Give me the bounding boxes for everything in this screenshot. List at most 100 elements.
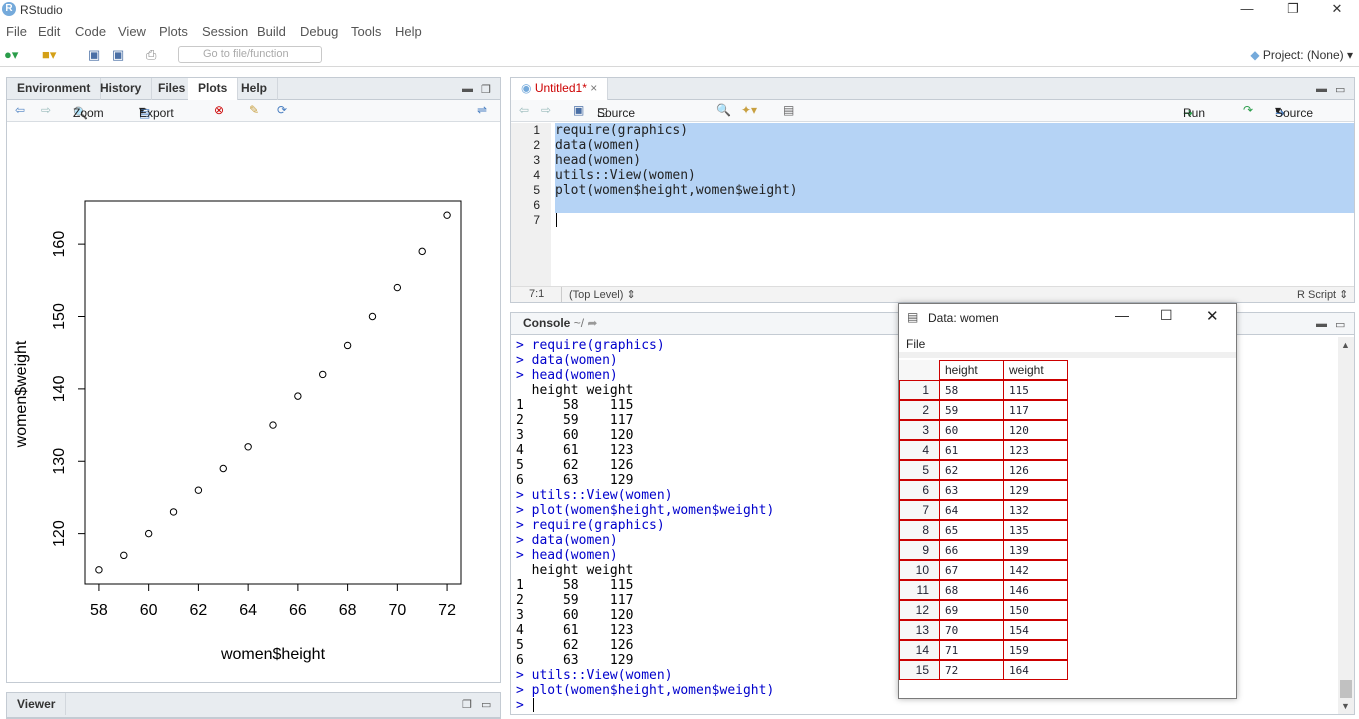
window-icon: ▤ <box>907 310 919 324</box>
console-output-line: height weight <box>516 383 634 398</box>
title-bar: R RStudio — ❐ ✕ <box>0 0 1359 20</box>
code-tools-wand-icon[interactable]: ✦▾ <box>741 103 757 117</box>
tab-viewer[interactable]: Viewer <box>7 693 67 715</box>
line-number: 6 <box>533 198 540 212</box>
code-editor[interactable]: 1 2 3 4 5 6 7 require(graphics) data(wom… <box>511 123 1354 286</box>
minimize-pane-icon[interactable]: ▬ <box>1316 83 1327 95</box>
minimize-icon[interactable]: — <box>1224 0 1270 20</box>
back-arrow-icon[interactable]: ⇦ <box>519 103 529 117</box>
tab-console[interactable]: Console ~/ ➦ <box>513 313 607 335</box>
print-icon[interactable]: ⎙ <box>146 47 156 63</box>
maximize-pane-icon[interactable]: ▭ <box>1335 318 1345 331</box>
table-cell: 62 <box>939 460 1004 480</box>
left-pane-tabs: Environment History Files Plots Help ▬ ❐ <box>7 78 500 101</box>
column-header-weight[interactable]: weight <box>1003 360 1068 380</box>
table-cell: 67 <box>939 560 1004 580</box>
scope-indicator[interactable]: (Top Level) ⇕ <box>569 288 636 301</box>
console-command-line: > plot(women$height,women$weight) <box>516 683 775 698</box>
save-icon[interactable]: ▣ <box>573 103 584 117</box>
x-tick-label: 64 <box>239 602 257 619</box>
goto-file-input[interactable]: Go to file/function <box>178 46 322 63</box>
maximize-pane-icon[interactable]: ▭ <box>481 698 491 711</box>
file-type-indicator[interactable]: R Script ⇕ <box>1297 288 1348 301</box>
y-tick-label: 120 <box>51 520 68 547</box>
viewer-tabbar: Viewer ❐ ▭ <box>7 693 500 718</box>
forward-arrow-icon[interactable]: ⇨ <box>541 103 551 117</box>
console-scrollbar[interactable]: ▲ ▼ <box>1338 337 1354 714</box>
menu-debug[interactable]: Debug <box>300 24 338 39</box>
compile-report-icon[interactable]: ▤ <box>783 103 794 117</box>
line-number: 7 <box>533 213 540 227</box>
restore-pane-icon[interactable]: ❐ <box>462 698 472 711</box>
menu-session[interactable]: Session <box>202 24 248 39</box>
minimize-pane-icon[interactable]: ▬ <box>462 83 473 95</box>
column-header-height[interactable]: height <box>939 360 1004 380</box>
find-icon[interactable]: 🔍 <box>716 103 731 117</box>
x-tick-label: 68 <box>339 602 357 619</box>
table-cell: 66 <box>939 540 1004 560</box>
close-icon[interactable]: ✕ <box>1314 0 1359 20</box>
sync-icon[interactable]: ⇌ <box>477 103 487 117</box>
y-tick-label: 150 <box>51 303 68 330</box>
save-all-icon[interactable]: ▣ <box>112 47 124 63</box>
menu-tools[interactable]: Tools <box>351 24 381 39</box>
open-file-icon[interactable]: ■▾ <box>42 47 56 63</box>
export-button[interactable]: ▤ Export ▾ <box>139 103 174 120</box>
source-button[interactable]: ➜ Source ▾ <box>1275 103 1313 120</box>
maximize-icon[interactable]: ☐ <box>1160 307 1173 324</box>
console-output-line: 2 59 117 <box>516 413 634 428</box>
refresh-icon[interactable]: ⟳ <box>277 103 287 117</box>
menu-file[interactable]: File <box>6 24 27 39</box>
plots-toolbar: ⇦ ⇨ 🔍 Zoom ▤ Export ▾ ⊗ ✎ ⟳ ⇌ <box>7 100 500 122</box>
menu-code[interactable]: Code <box>75 24 106 39</box>
grid-corner <box>899 360 940 380</box>
restore-icon[interactable]: ❐ <box>1270 0 1316 20</box>
maximize-pane-icon[interactable]: ❐ <box>481 83 491 96</box>
rstudio-logo-icon: R <box>2 2 16 16</box>
table-cell: 146 <box>1003 580 1068 600</box>
console-output-line: 3 60 120 <box>516 608 634 623</box>
save-icon[interactable]: ▣ <box>88 47 100 63</box>
clear-all-broom-icon[interactable]: ✎ <box>249 103 259 117</box>
minimize-pane-icon[interactable]: ▬ <box>1316 318 1327 330</box>
scroll-up-icon[interactable]: ▲ <box>1341 340 1350 350</box>
data-point <box>418 247 426 256</box>
console-path: ~/ <box>573 316 585 330</box>
minimize-icon[interactable]: — <box>1115 307 1129 323</box>
maximize-pane-icon[interactable]: ▭ <box>1335 83 1345 96</box>
scrollbar-thumb[interactable] <box>1340 680 1352 698</box>
menu-view[interactable]: View <box>118 24 146 39</box>
table-cell: 132 <box>1003 500 1068 520</box>
tab-untitled1[interactable]: ◉ Untitled1* × <box>511 78 609 101</box>
go-to-dir-icon[interactable]: ➦ <box>587 316 597 330</box>
console-output-line: 1 58 115 <box>516 398 634 413</box>
data-point <box>120 551 128 560</box>
tab-history[interactable]: History <box>90 78 153 100</box>
console-output-line: height weight <box>516 563 634 578</box>
project-menu[interactable]: ◆ Project: (None) ▾ <box>1250 48 1353 62</box>
data-viewer-file-menu[interactable]: File <box>906 337 925 351</box>
table-cell: 71 <box>939 640 1004 660</box>
menu-build[interactable]: Build <box>257 24 286 39</box>
rerun-icon[interactable]: ↷ <box>1243 103 1253 117</box>
back-arrow-icon[interactable]: ⇦ <box>15 103 25 117</box>
console-command-line: > plot(women$height,women$weight) <box>516 503 775 518</box>
new-file-icon[interactable]: ●▾ <box>4 47 18 63</box>
forward-arrow-icon[interactable]: ⇨ <box>41 103 51 117</box>
menu-help[interactable]: Help <box>395 24 422 39</box>
project-icon: ◆ <box>1250 48 1260 62</box>
menu-edit[interactable]: Edit <box>38 24 60 39</box>
tab-environment[interactable]: Environment <box>7 78 102 100</box>
menu-plots[interactable]: Plots <box>159 24 188 39</box>
console-output-line: 6 63 129 <box>516 653 634 668</box>
r-file-icon: ◉ <box>521 81 532 95</box>
tab-help[interactable]: Help <box>231 78 279 100</box>
table-cell: 126 <box>1003 460 1068 480</box>
code-line: head(women) <box>555 153 642 168</box>
table-cell: 58 <box>939 380 1004 400</box>
close-icon[interactable]: ✕ <box>1206 307 1219 325</box>
table-cell: 129 <box>1003 480 1068 500</box>
scroll-down-icon[interactable]: ▼ <box>1341 701 1350 711</box>
close-tab-icon[interactable]: × <box>590 81 597 95</box>
remove-plot-icon[interactable]: ⊗ <box>214 103 224 117</box>
